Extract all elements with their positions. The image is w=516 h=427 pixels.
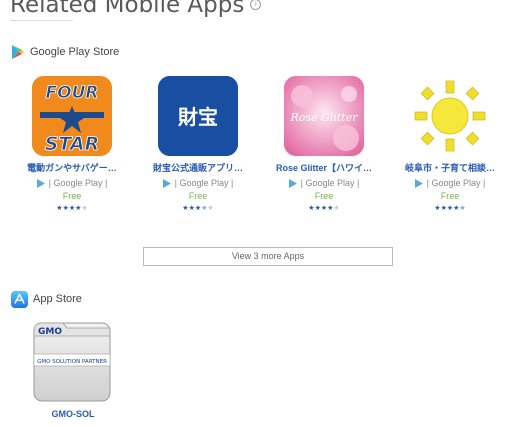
- four-star-top-text: FOUR: [46, 83, 99, 103]
- section-title: Related Mobile Apps i: [10, 0, 262, 19]
- sun-icon[interactable]: [410, 76, 490, 156]
- zaiho-logo-icon[interactable]: 財宝: [158, 76, 238, 156]
- app-card-zaiho[interactable]: 財宝 財宝公式通販アプリ… | Google Play | Free ★★★★★: [138, 76, 258, 221]
- info-icon[interactable]: i: [250, 0, 262, 10]
- star-rating: ★★★★★: [56, 205, 88, 212]
- google-play-small-icon: [288, 178, 297, 188]
- google-play-label: Google Play Store: [30, 46, 120, 58]
- four-star-logo-icon[interactable]: FOUR STAR: [32, 76, 112, 156]
- google-play-small-icon: [414, 178, 423, 188]
- app-store-header: App Store: [11, 290, 82, 308]
- store-text: | Google Play |: [426, 178, 486, 188]
- app-name[interactable]: 岐阜市・子育て相談…: [390, 161, 510, 174]
- rose-glitter-icon[interactable]: Rose Glitter: [284, 76, 364, 156]
- section-title-text: Related Mobile Apps: [10, 0, 245, 18]
- google-play-icon: [12, 45, 24, 59]
- app-name[interactable]: 電動ガンやサバゲー…: [12, 161, 132, 174]
- app-card-rose-glitter[interactable]: Rose Glitter Rose Glitter【ハワイ… | Google …: [264, 76, 384, 221]
- app-store-label: App Store: [33, 293, 82, 305]
- app-store-line: | Google Play |: [264, 178, 384, 188]
- app-price: Free: [314, 191, 334, 201]
- app-card-gifu[interactable]: 岐阜市・子育て相談… | Google Play | Free ★★★★★: [390, 76, 510, 221]
- store-text: | Google Play |: [300, 178, 360, 188]
- store-text: | Google Play |: [174, 178, 234, 188]
- store-text: | Google Play |: [48, 178, 108, 188]
- rose-glitter-icon-text: Rose Glitter: [290, 111, 359, 124]
- zaiho-icon-text: 財宝: [178, 105, 218, 129]
- app-price: Free: [440, 191, 460, 201]
- app-store-icon: [11, 290, 28, 308]
- app-name[interactable]: GMO-SOL: [33, 409, 113, 419]
- star-rating: ★★★★★: [434, 205, 466, 212]
- app-name[interactable]: Rose Glitter【ハワイ…: [264, 161, 384, 174]
- app-store-line: | Google Play |: [138, 178, 258, 188]
- app-card-four-star[interactable]: FOUR STAR 電動ガンやサバゲー… | Google Play | Fre…: [12, 76, 132, 221]
- view-more-apps-button[interactable]: View 3 more Apps: [143, 247, 393, 266]
- app-store-line: | Google Play |: [12, 178, 132, 188]
- google-play-small-icon: [36, 178, 45, 188]
- four-star-bottom-text: STAR: [45, 133, 100, 155]
- gmo-folder-icon[interactable]: GMO GMO SOLUTION PARTNER: [33, 322, 111, 402]
- google-play-small-icon: [162, 178, 171, 188]
- app-card-gmo-sol[interactable]: GMO GMO SOLUTION PARTNER GMO-SOL: [33, 322, 113, 422]
- app-store-line: | Google Play |: [390, 178, 510, 188]
- google-play-header: Google Play Store: [11, 43, 119, 61]
- title-divider: [10, 20, 73, 21]
- app-price: Free: [188, 191, 208, 201]
- app-price: Free: [62, 191, 82, 201]
- gmo-icon-band-text: GMO SOLUTION PARTNER: [37, 359, 107, 365]
- star-rating: ★★★★★: [182, 205, 214, 212]
- star-rating: ★★★★★: [308, 205, 340, 212]
- gmo-icon-top-text: GMO: [38, 327, 62, 337]
- app-name[interactable]: 財宝公式通販アプリ…: [138, 161, 258, 174]
